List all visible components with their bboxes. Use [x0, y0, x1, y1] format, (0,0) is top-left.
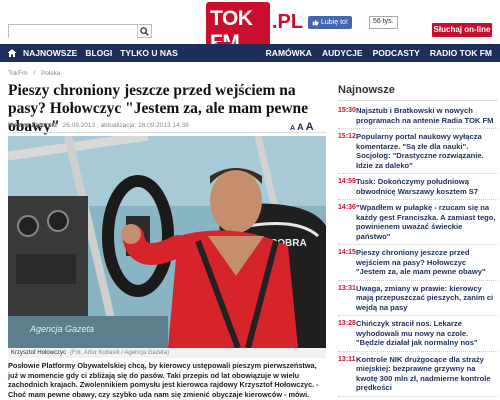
font-size-medium-button[interactable]: A — [297, 122, 304, 132]
facebook-like-button[interactable]: Lubię to! — [308, 16, 352, 29]
sidebar-divider — [338, 100, 498, 101]
home-button[interactable] — [6, 47, 18, 59]
logo-suffix: .PL — [272, 11, 304, 33]
news-item[interactable]: 15:30 Najsztub i Bratkowski w nowych pro… — [338, 103, 498, 129]
news-link[interactable]: Kontrole NIK drużgocące dla straży miejs… — [356, 355, 498, 393]
breadcrumb-separator: / — [33, 70, 36, 77]
nav-item-podcasty[interactable]: PODCASTY — [373, 48, 420, 58]
news-item[interactable]: 13:11 Kontrole NIK drużgocące dla straży… — [338, 352, 498, 397]
news-link[interactable]: "Wpadłem w pułapkę - rzucam się na każdy… — [356, 203, 498, 241]
main-nav: NAJNOWSZE BLOGI TYLKO U NAS RAMÓWKA AUDY… — [0, 44, 500, 62]
news-time: 13:31 — [338, 284, 356, 292]
news-time: 15:12 — [338, 133, 356, 140]
facebook-like-label: Lubię to! — [321, 19, 348, 26]
photo-source: (Fot. Artur Kubasik / Agencja Gazeta) — [70, 350, 170, 356]
nav-item-najnowsze[interactable]: NAJNOWSZE — [23, 48, 77, 58]
breadcrumb: TokFm / Polska — [8, 70, 64, 77]
breadcrumb-section[interactable]: Polska — [41, 70, 61, 77]
news-link[interactable]: Pieszy chroniony jeszcze przed wejściem … — [356, 248, 498, 277]
article-divider — [8, 132, 326, 133]
news-time: 14:36 — [338, 204, 356, 211]
article-author[interactable]: Kosma Zatorski — [8, 122, 57, 129]
nav-item-ramowka[interactable]: RAMÓWKA — [266, 48, 312, 58]
news-link[interactable]: Tusk: Dokończymy południową obwodnicę Wa… — [356, 177, 498, 196]
news-item[interactable]: 14:15 Pieszy chroniony jeszcze przed wej… — [338, 245, 498, 281]
top-header: TOK FM .PL Lubię to! 56 tys. Słuchaj on-… — [0, 0, 500, 54]
search-box — [8, 24, 152, 42]
listen-online-button[interactable]: Słuchaj on-line — [432, 23, 492, 37]
news-item[interactable]: 15:12 Popularny portal naukowy wyłącza k… — [338, 129, 498, 174]
news-link[interactable]: Chińczyk stracił nos. Lekarze wyhodowali… — [356, 319, 498, 348]
news-item[interactable]: 14:36 "Wpadłem w pułapkę - rzucam się na… — [338, 200, 498, 245]
search-icon — [139, 26, 149, 36]
news-item[interactable]: 14:59 Tusk: Dokończymy południową obwodn… — [338, 174, 498, 200]
photo-watermark: Agencja Gazeta — [30, 324, 95, 334]
news-item[interactable]: 13:28 Chińczyk stracił nos. Lekarze wyho… — [338, 316, 498, 352]
news-link[interactable]: Uwaga, zmiany w prawie: kierowcy mają pr… — [356, 284, 498, 313]
photo-caption: Krzysztof Hołowczyc (Fot. Artur Kubasik /… — [8, 348, 326, 358]
article-photo: COBRA — [8, 136, 326, 348]
news-link[interactable]: Najsztub i Bratkowski w nowych programac… — [356, 106, 498, 125]
font-size-small-button[interactable]: A — [290, 125, 295, 132]
facebook-thumb-icon — [312, 19, 319, 26]
breadcrumb-home[interactable]: TokFm — [8, 70, 28, 77]
article-meta: Kosma Zatorski 26.09.2013 , aktualizacja… — [8, 122, 189, 129]
search-button[interactable] — [137, 25, 150, 37]
nav-right-group: RAMÓWKA AUDYCJE PODCASTY RADIO TOK FM — [256, 44, 492, 62]
nav-item-audycje[interactable]: AUDYCJE — [322, 48, 363, 58]
news-item[interactable]: 13:31 Uwaga, zmiany w prawie: kierowcy m… — [338, 281, 498, 316]
news-time: 15:30 — [338, 107, 356, 114]
home-icon — [7, 49, 17, 57]
nav-item-radio-tokfm[interactable]: RADIO TOK FM — [430, 48, 492, 58]
nav-item-tylko-u-nas[interactable]: TYLKO U NAS — [120, 48, 178, 58]
photo-illustration: COBRA — [8, 136, 326, 348]
facebook-like-count: 56 tys. — [369, 16, 398, 29]
photo-caption-text: Krzysztof Hołowczyc — [11, 350, 67, 356]
latest-news-list: 15:30 Najsztub i Bratkowski w nowych pro… — [338, 103, 498, 397]
news-time: 13:28 — [338, 320, 356, 327]
news-time: 14:59 — [338, 178, 356, 185]
tokfm-logo[interactable]: TOK FM — [206, 2, 270, 54]
article-lead: Posłowie Platformy Obywatelskiej chcą, b… — [8, 361, 319, 399]
news-time: 14:15 — [338, 249, 356, 256]
news-time: 13:11 — [338, 355, 356, 363]
sidebar-title: Najnowsze — [338, 84, 395, 96]
news-link[interactable]: Popularny portal naukowy wyłącza komenta… — [356, 132, 498, 170]
nav-item-blogi[interactable]: BLOGI — [85, 48, 112, 58]
article-dates: 26.09.2013 , aktualizacja: 26.09.2013 14… — [62, 122, 189, 129]
search-input[interactable] — [9, 29, 137, 42]
